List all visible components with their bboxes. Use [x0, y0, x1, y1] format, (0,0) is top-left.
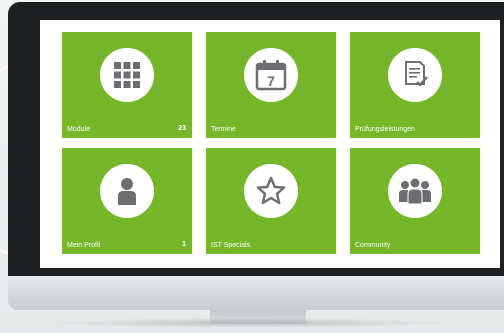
person-icon	[100, 164, 154, 218]
monitor-chin	[8, 276, 504, 310]
tile-label: Community	[355, 242, 391, 249]
tile-label: Module	[67, 126, 90, 133]
monitor-bezel: Module 23 7 Termine Prüfungsleistungen M…	[8, 2, 504, 298]
calendar-icon: 7	[244, 48, 298, 102]
calendar-day-number: 7	[267, 73, 275, 89]
group-icon	[388, 164, 442, 218]
star-icon	[244, 164, 298, 218]
tile-community[interactable]: Community	[350, 148, 480, 254]
tile-label: IST Specials	[211, 242, 251, 249]
module-count-badge: 23	[178, 125, 186, 132]
tile-mein-profil[interactable]: Mein Profil 1	[62, 148, 192, 254]
tile-label: Termine	[211, 126, 236, 133]
hero-scene: Module 23 7 Termine Prüfungsleistungen M…	[0, 0, 504, 333]
tile-ist-specials[interactable]: IST Specials	[206, 148, 336, 254]
tile-label: Mein Profil	[67, 242, 101, 249]
monitor-shadow	[40, 318, 460, 328]
tile-termine[interactable]: 7 Termine	[206, 32, 336, 138]
grid-icon	[100, 48, 154, 102]
app-screen: Module 23 7 Termine Prüfungsleistungen M…	[40, 20, 500, 280]
tile-module[interactable]: Module 23	[62, 32, 192, 138]
tile-pruefungsleistungen[interactable]: Prüfungsleistungen	[350, 32, 480, 138]
document-check-icon	[388, 48, 442, 102]
tile-label: Prüfungsleistungen	[355, 126, 415, 133]
profile-count-badge: 1	[182, 241, 186, 248]
